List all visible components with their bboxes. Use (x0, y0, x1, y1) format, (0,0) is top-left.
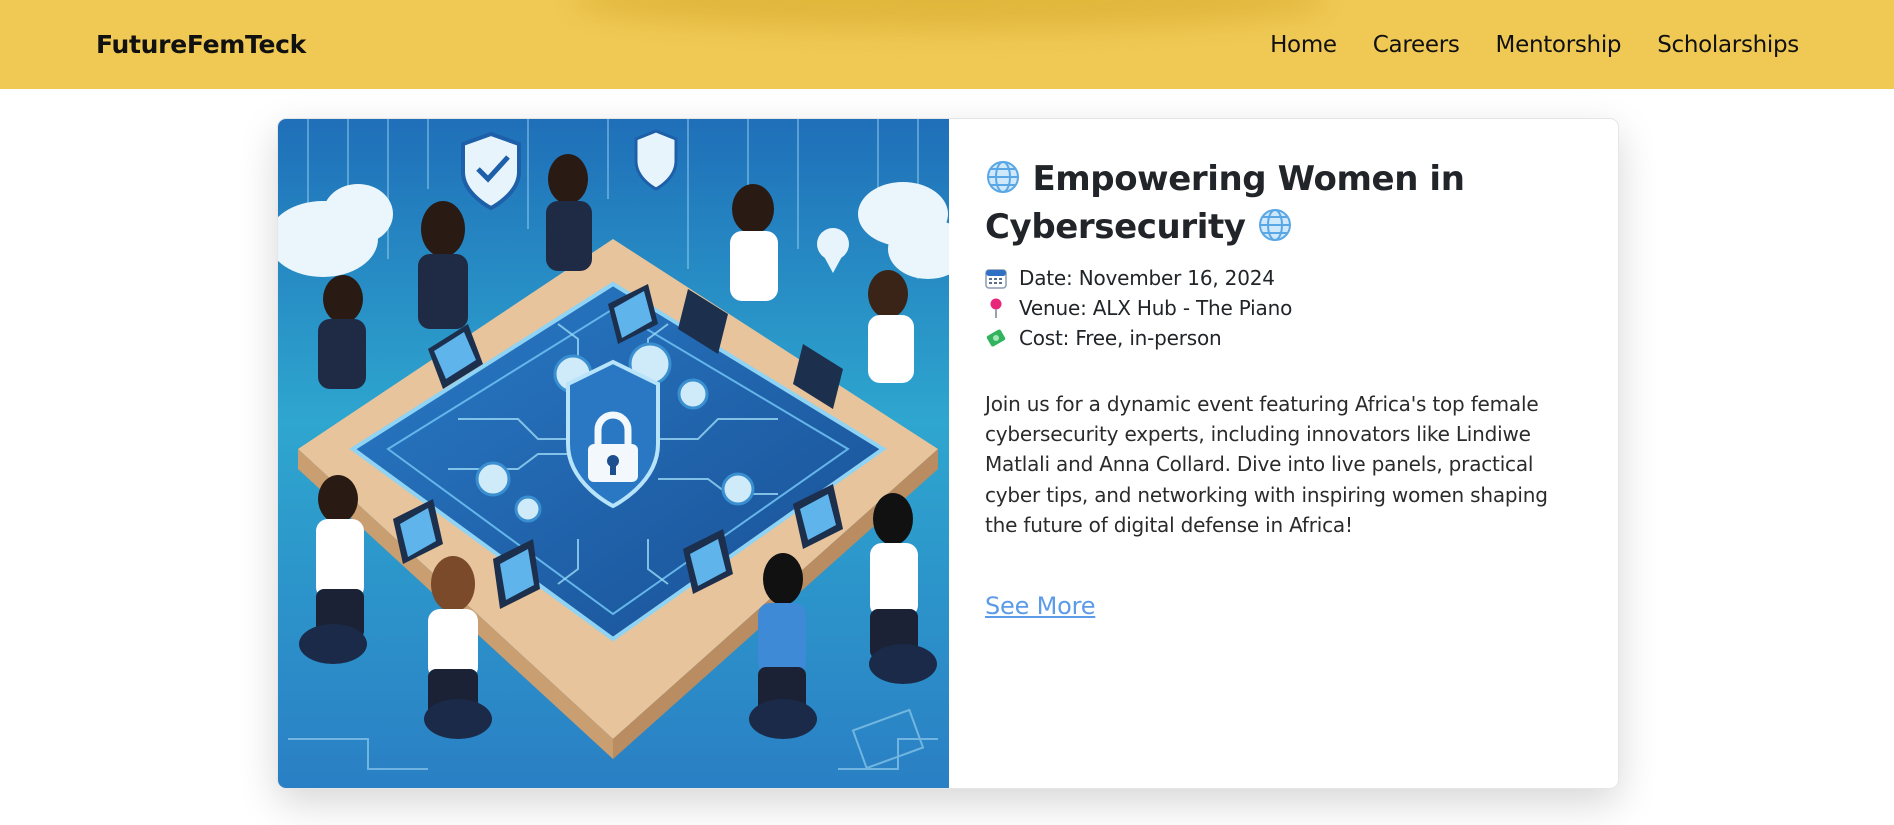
event-venue-text: Venue: ALX Hub - The Piano (1019, 296, 1293, 320)
event-description: Join us for a dynamic event featuring Af… (985, 392, 1548, 537)
brand-logo[interactable]: FutureFemTeck (96, 30, 306, 59)
globe-icon (987, 161, 1019, 193)
event-title-line2: Cybersecurity (985, 207, 1246, 247)
globe-icon (1259, 209, 1292, 241)
event-meta-list: Date: November 16, 2024 Venue: ALX Hub -… (985, 263, 1578, 353)
top-navbar: FutureFemTeck Home Careers Mentorship Sc… (0, 0, 1894, 89)
nav-link-home[interactable]: Home (1270, 32, 1337, 58)
header-glow-decoration (570, 0, 1330, 30)
event-title-line1: Empowering Women in (1032, 159, 1465, 199)
nav-link-mentorship[interactable]: Mentorship (1496, 32, 1622, 58)
event-venue: Venue: ALX Hub - The Piano (985, 293, 1578, 323)
pushpin-icon (990, 298, 1002, 318)
event-date: Date: November 16, 2024 (985, 263, 1578, 293)
event-cost-text: Cost: Free, in-person (1019, 326, 1222, 350)
nav-link-scholarships[interactable]: Scholarships (1657, 32, 1799, 58)
event-date-text: Date: November 16, 2024 (1019, 266, 1275, 290)
event-card-body: Empowering Women in Cybersecurity Date: … (949, 119, 1618, 788)
nav-links: Home Careers Mentorship Scholarships (1270, 32, 1799, 58)
event-illustration (278, 119, 949, 788)
see-more-link[interactable]: See More (985, 592, 1095, 620)
event-cost: Cost: Free, in-person (985, 323, 1578, 353)
event-card: Empowering Women in Cybersecurity Date: … (277, 118, 1619, 789)
calendar-icon (985, 269, 1007, 289)
event-title: Empowering Women in Cybersecurity (985, 155, 1578, 251)
money-icon (986, 329, 1006, 347)
nav-link-careers[interactable]: Careers (1373, 32, 1460, 58)
